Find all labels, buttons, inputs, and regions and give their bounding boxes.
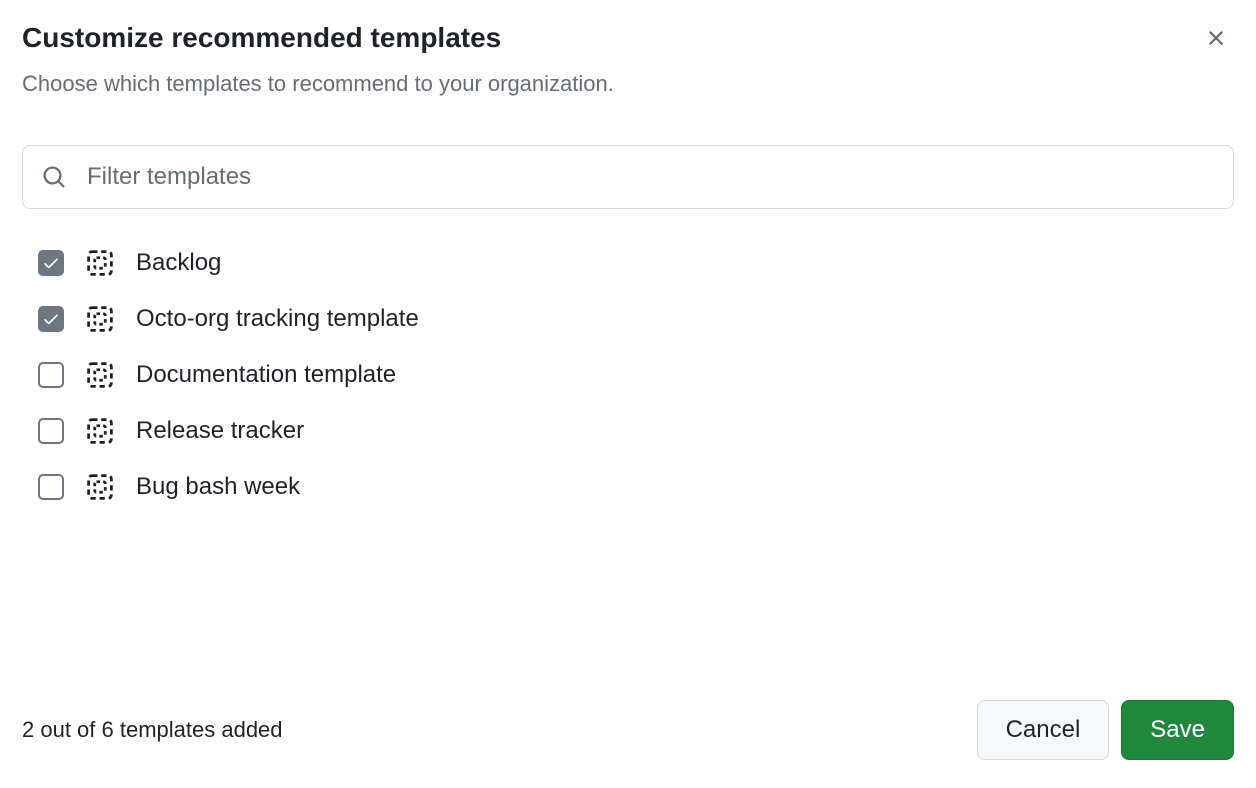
template-checkbox[interactable]	[38, 362, 64, 388]
search-wrapper	[22, 145, 1234, 209]
template-checkbox[interactable]	[38, 474, 64, 500]
close-button[interactable]	[1200, 22, 1232, 57]
search-icon	[42, 165, 66, 189]
header-text: Customize recommended templates Choose w…	[22, 20, 614, 97]
footer-buttons: Cancel Save	[977, 700, 1234, 760]
status-text: 2 out of 6 templates added	[22, 717, 283, 743]
cancel-button[interactable]: Cancel	[977, 700, 1110, 760]
template-row: Release tracker	[38, 417, 1234, 445]
template-checkbox[interactable]	[38, 418, 64, 444]
template-checkbox[interactable]	[38, 306, 64, 332]
project-template-icon	[86, 305, 114, 333]
dialog-title: Customize recommended templates	[22, 20, 614, 55]
template-row: Octo-org tracking template	[38, 305, 1234, 333]
template-label: Release tracker	[136, 417, 304, 445]
filter-templates-input[interactable]	[22, 145, 1234, 209]
customize-templates-dialog: Customize recommended templates Choose w…	[0, 0, 1256, 788]
template-label: Backlog	[136, 249, 221, 277]
project-template-icon	[86, 473, 114, 501]
template-checkbox[interactable]	[38, 250, 64, 276]
template-row: Bug bash week	[38, 473, 1234, 501]
save-button[interactable]: Save	[1121, 700, 1234, 760]
project-template-icon	[86, 249, 114, 277]
project-template-icon	[86, 361, 114, 389]
template-label: Octo-org tracking template	[136, 305, 419, 333]
dialog-subtitle: Choose which templates to recommend to y…	[22, 71, 614, 97]
template-row: Backlog	[38, 249, 1234, 277]
dialog-footer: 2 out of 6 templates added Cancel Save	[22, 700, 1234, 768]
dialog-header: Customize recommended templates Choose w…	[22, 20, 1234, 97]
close-icon	[1204, 38, 1228, 53]
templates-list: Backlog Octo-org tracking template Documen…	[22, 249, 1234, 501]
template-row: Documentation template	[38, 361, 1234, 389]
template-label: Documentation template	[136, 361, 396, 389]
project-template-icon	[86, 417, 114, 445]
template-label: Bug bash week	[136, 473, 300, 501]
